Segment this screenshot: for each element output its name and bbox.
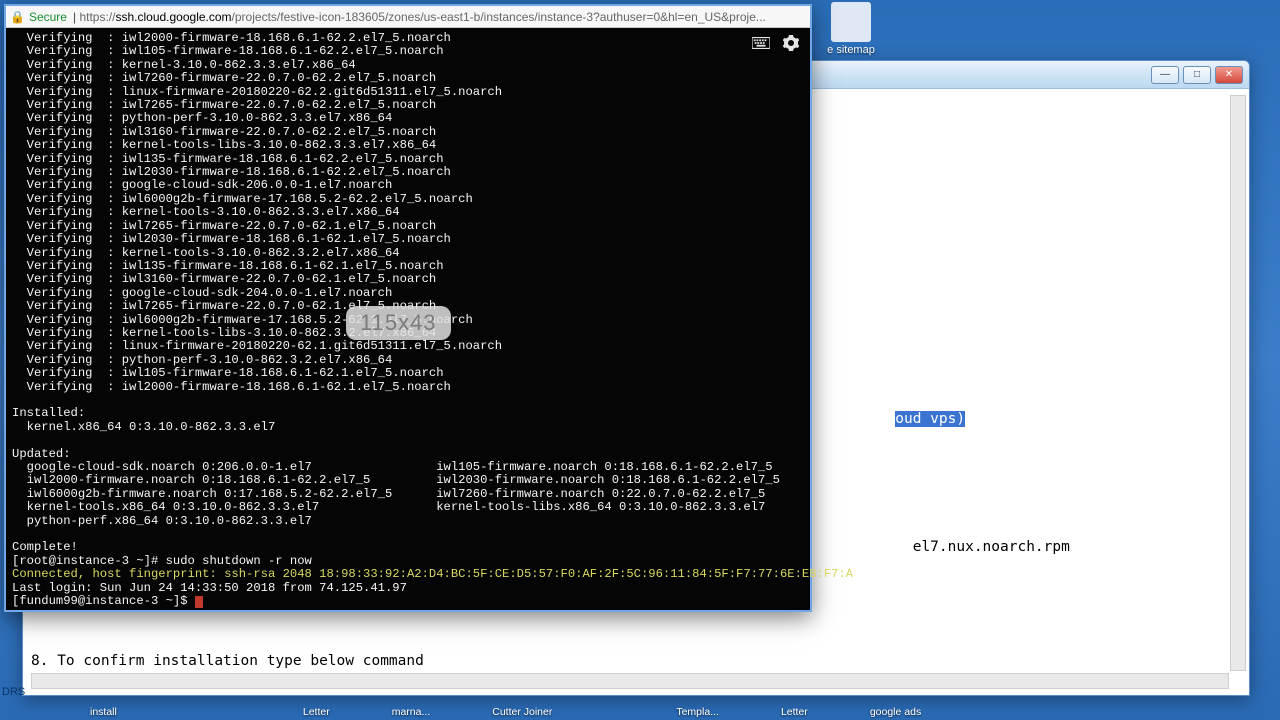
minimize-button[interactable]: — bbox=[1151, 66, 1179, 84]
taskbar-item[interactable]: marna... bbox=[392, 706, 431, 718]
vertical-scrollbar[interactable] bbox=[1230, 95, 1246, 671]
terminal-toolbar bbox=[752, 36, 800, 50]
keyboard-icon[interactable] bbox=[752, 36, 770, 50]
taskbar-item[interactable]: Templa... bbox=[676, 706, 719, 718]
horizontal-scrollbar[interactable] bbox=[31, 673, 1229, 689]
close-button[interactable]: ✕ bbox=[1215, 66, 1243, 84]
ssh-terminal-window: 🔒 Secure | https://ssh.cloud.google.com/… bbox=[4, 4, 812, 612]
taskbar-item[interactable]: Letter bbox=[781, 706, 808, 718]
address-bar[interactable]: 🔒 Secure | https://ssh.cloud.google.com/… bbox=[6, 6, 810, 28]
highlighted-text: oud vps) bbox=[895, 411, 965, 427]
drs-label: DRS bbox=[2, 686, 25, 698]
url-text: https://ssh.cloud.google.com/projects/fe… bbox=[79, 10, 806, 24]
file-icon bbox=[831, 2, 871, 42]
taskbar-item[interactable]: Cutter Joiner bbox=[492, 706, 552, 718]
taskbar-item[interactable]: google ads bbox=[870, 706, 921, 718]
gear-icon[interactable] bbox=[782, 36, 800, 50]
desktop-icon-label: e sitemap bbox=[820, 44, 882, 56]
secure-label: Secure bbox=[29, 10, 67, 24]
lock-icon: 🔒 bbox=[10, 10, 25, 24]
taskbar-item[interactable]: install bbox=[90, 706, 117, 718]
maximize-button[interactable]: □ bbox=[1183, 66, 1211, 84]
taskbar[interactable]: install Letter marna... Cutter Joiner Te… bbox=[0, 706, 1280, 718]
desktop-icon-sitemap[interactable]: e sitemap bbox=[820, 2, 882, 56]
step8-line1: 8. To confirm installation type below co… bbox=[31, 653, 424, 669]
terminal-size-badge: 115x43 bbox=[346, 306, 451, 340]
line-pkg: el7.nux.noarch.rpm bbox=[913, 539, 1070, 555]
taskbar-item[interactable]: Letter bbox=[303, 706, 330, 718]
